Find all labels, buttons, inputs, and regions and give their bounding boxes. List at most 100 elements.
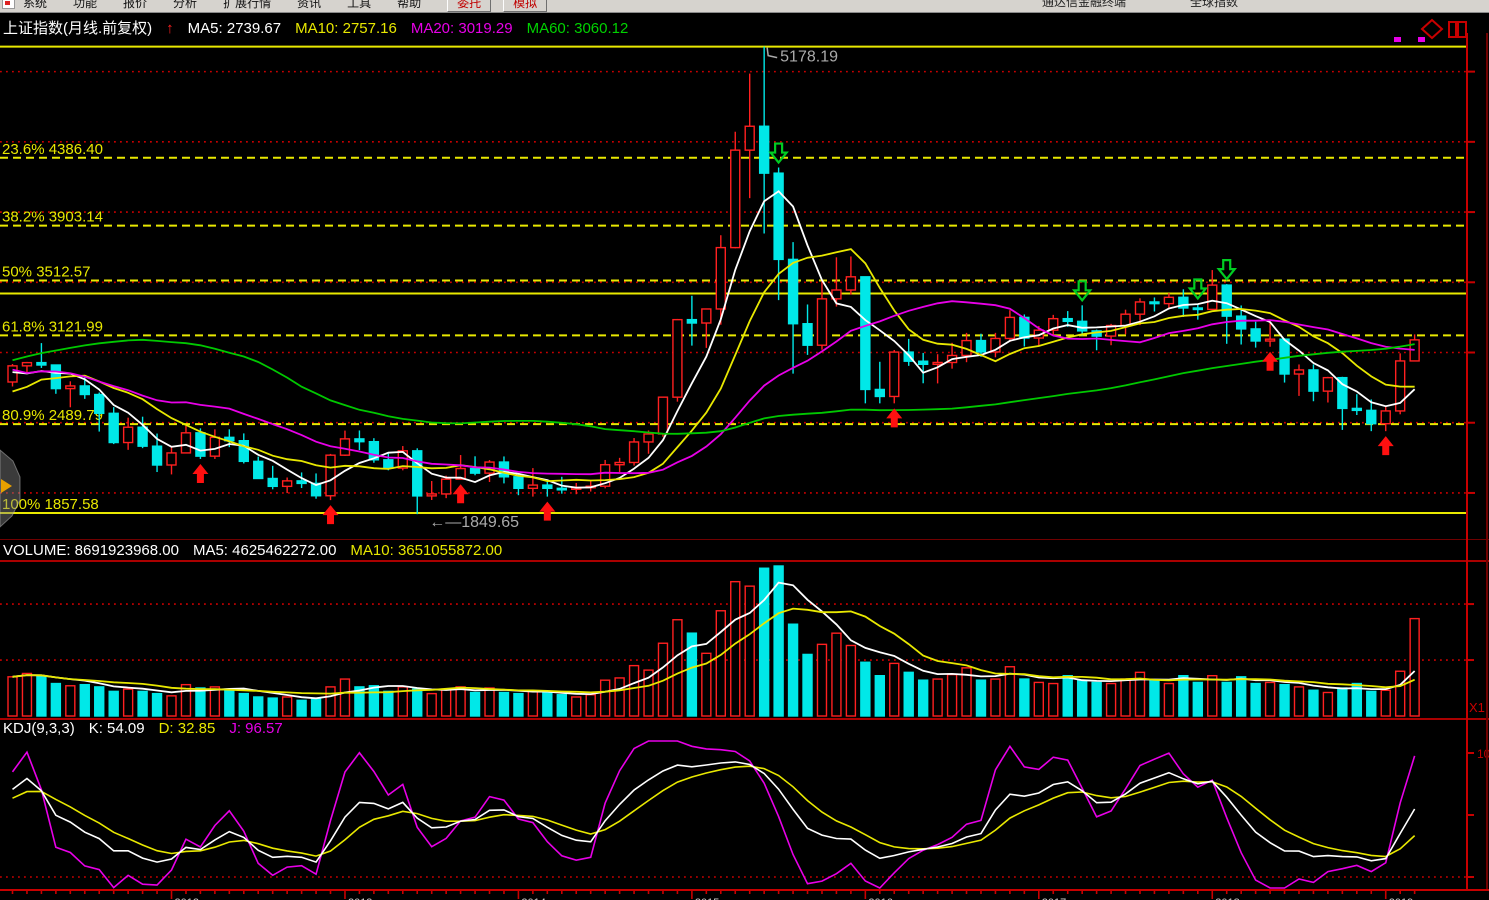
low-annotation: ←—1849.65 — [429, 514, 519, 531]
up-arrow-icon: ↑ — [166, 20, 174, 37]
candle-body — [716, 248, 725, 309]
candle-body — [1266, 339, 1275, 341]
volume-bar — [210, 687, 219, 716]
volume-bar — [1150, 680, 1159, 716]
volume-bar — [1121, 679, 1130, 716]
volume-bar — [1338, 688, 1347, 716]
candle-body — [1063, 319, 1072, 322]
candle-body — [1294, 370, 1303, 374]
candle-body — [745, 126, 754, 150]
volume-bar — [283, 697, 292, 716]
chart-canvas[interactable]: 23.6% 4386.4038.2% 3903.1450% 3512.5761.… — [0, 0, 1489, 900]
volume-bar — [427, 694, 436, 716]
candle-body — [1309, 370, 1318, 391]
volume-bar — [326, 687, 335, 716]
candle-body — [789, 259, 798, 323]
candle-body — [124, 427, 133, 442]
volume-bar — [153, 694, 162, 716]
candle-body — [239, 441, 248, 462]
ma5-label: MA5: 2739.67 — [188, 20, 281, 37]
volume-bar — [1309, 690, 1318, 716]
volume-bar — [1208, 676, 1217, 716]
kdj-d-label: D: 32.85 — [159, 720, 216, 737]
kdj-k-line — [13, 762, 1415, 862]
candle-body — [1135, 302, 1144, 314]
volume-bar — [1251, 684, 1260, 716]
diamond-tool-icon[interactable] — [1422, 20, 1442, 38]
candle-body — [731, 150, 740, 247]
volume-bar — [861, 662, 870, 716]
kdj-j-label: J: 96.57 — [229, 720, 282, 737]
candle-body — [297, 481, 306, 484]
volume-bar — [167, 696, 176, 716]
candle-body — [557, 488, 566, 490]
candle-body — [687, 320, 696, 323]
buy-signal-arrow — [1262, 352, 1278, 371]
candle-body — [283, 481, 292, 486]
volume-bar — [8, 677, 17, 716]
volume-bar — [1323, 692, 1332, 716]
buy-signal-arrow — [192, 464, 208, 483]
fib-label: 61.8% 3121.99 — [2, 318, 103, 335]
volume-ma10-line — [13, 609, 1415, 694]
volume-bar — [716, 611, 725, 716]
volume-ma10-label: MA10: 3651055872.00 — [350, 542, 502, 559]
volume-bar — [890, 663, 899, 716]
volume-bar — [832, 633, 841, 716]
volume-bar — [37, 676, 46, 716]
panel-separator — [0, 560, 1489, 562]
volume-bar — [1381, 690, 1390, 716]
fib-label: 38.2% 3903.14 — [2, 209, 103, 226]
volume-bar — [1020, 679, 1029, 716]
candle-body — [846, 277, 855, 290]
volume-bar — [673, 620, 682, 716]
volume-bar — [933, 679, 942, 716]
volume-bar — [268, 698, 277, 716]
volume-bar — [1367, 691, 1376, 716]
candle-body — [95, 395, 104, 414]
volume-bar — [1222, 682, 1231, 716]
candle-body — [1381, 411, 1390, 424]
candle-body — [658, 397, 667, 434]
volume-ma5-label: MA5: 4625462272.00 — [193, 542, 336, 559]
candle-body — [702, 309, 711, 323]
volume-bar — [138, 691, 147, 716]
high-annotation: 5178.19 — [780, 49, 838, 66]
candle-body — [442, 479, 451, 494]
volume-bar — [1078, 680, 1087, 716]
volume-header: VOLUME: 8691923968.00MA5: 4625462272.00M… — [3, 542, 516, 559]
candle-body — [933, 362, 942, 364]
volume-bar — [499, 692, 508, 716]
candle-body — [51, 365, 60, 389]
window-layout-icon[interactable] — [1449, 22, 1466, 37]
buy-signal-arrow — [1378, 436, 1394, 455]
magenta-dot-icon — [1418, 37, 1425, 42]
candle-body — [210, 437, 219, 456]
volume-bar — [904, 672, 913, 716]
candle-body — [66, 386, 75, 389]
kdj-j-line — [13, 741, 1415, 888]
volume-bar — [442, 689, 451, 716]
volume-bar — [51, 684, 60, 716]
ma20-line — [13, 301, 1415, 474]
volume-bar — [1063, 676, 1072, 716]
ma20-label: MA20: 3019.29 — [411, 20, 513, 37]
candle-body — [1237, 316, 1246, 329]
candle-body — [817, 299, 826, 345]
volume-bar — [471, 692, 480, 716]
candle-body — [254, 461, 263, 478]
volume-bar — [774, 566, 783, 716]
candle-body — [181, 433, 190, 453]
candle-body — [615, 462, 624, 464]
candle-body — [514, 477, 523, 489]
volume-bar — [1266, 682, 1275, 716]
volume-bar — [485, 688, 494, 716]
kdj-title: KDJ(9,3,3) — [3, 720, 75, 737]
volume-bar — [557, 695, 566, 716]
candle-body — [384, 460, 393, 468]
volume-bar — [1107, 684, 1116, 716]
candle-body — [630, 442, 639, 463]
volume-bar — [66, 686, 75, 716]
fib-label: 50% 3512.57 — [2, 264, 90, 281]
volume-bar — [1410, 619, 1419, 716]
